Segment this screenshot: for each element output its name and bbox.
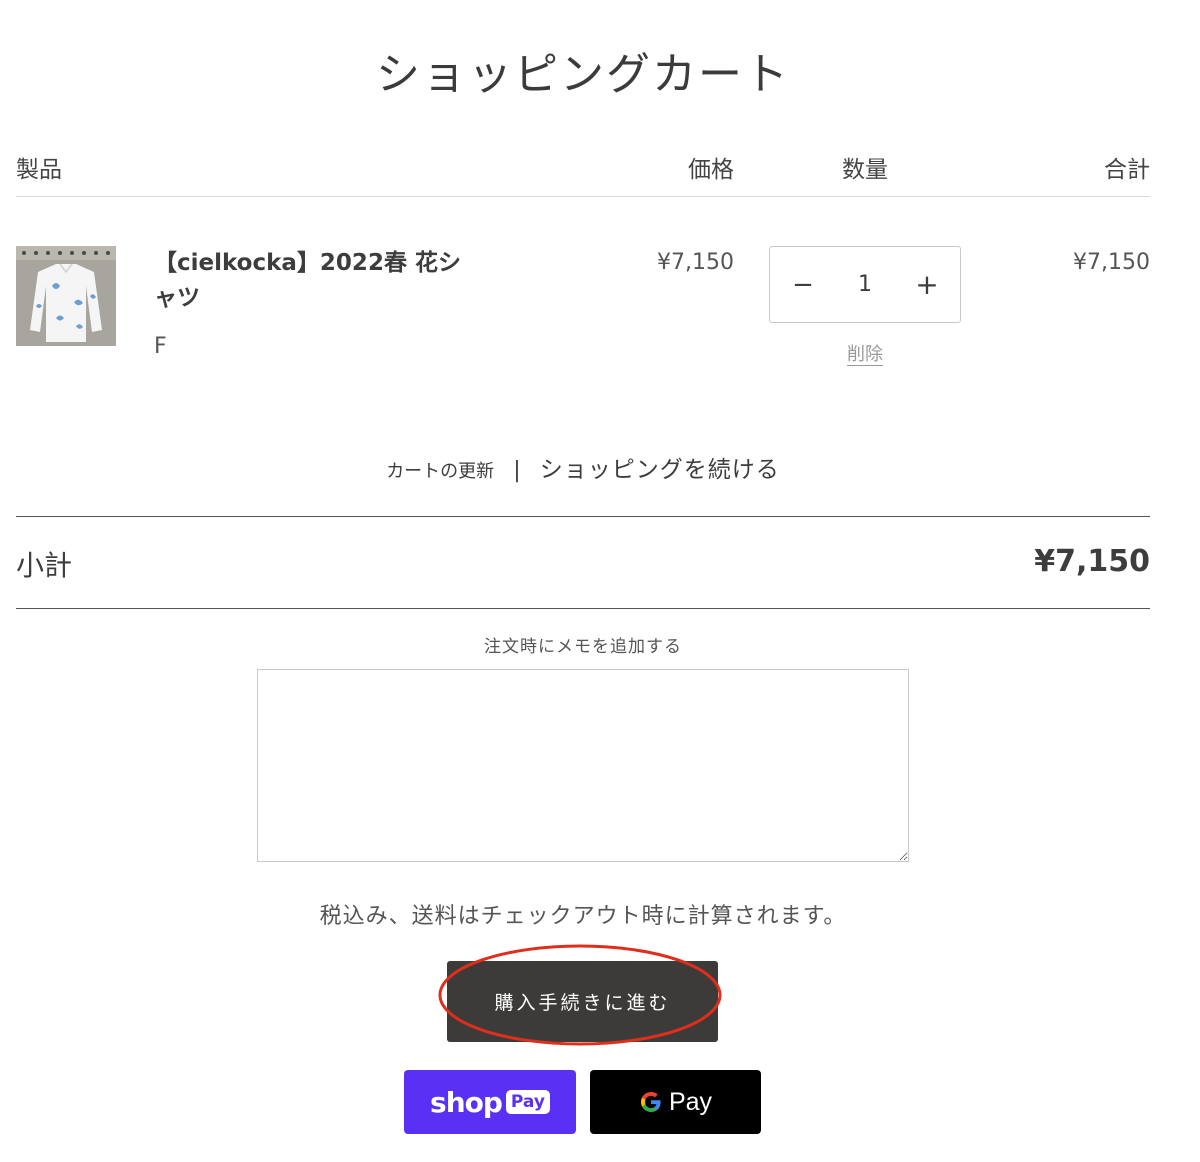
google-pay-text: Pay xyxy=(668,1087,713,1116)
continue-shopping-link[interactable]: ショッピングを続ける xyxy=(540,457,780,483)
product-variant: F xyxy=(154,334,167,359)
column-header-quantity: 数量 xyxy=(842,157,888,183)
quantity-decrease-button[interactable]: − xyxy=(788,268,818,302)
shop-pay-chip: Pay xyxy=(505,1090,550,1114)
item-total: ¥7,150 xyxy=(1073,250,1150,275)
column-header-price: 価格 xyxy=(688,157,734,183)
subtotal-label: 小計 xyxy=(16,549,73,582)
subtotal-value: ¥7,150 xyxy=(1034,544,1150,579)
update-cart-link[interactable]: カートの更新 xyxy=(386,461,494,482)
item-price: ¥7,150 xyxy=(657,250,734,275)
shirt-photo xyxy=(16,246,116,346)
quantity-increase-button[interactable]: + xyxy=(912,268,942,302)
product-name[interactable]: 【cielkocka】2022春 花シャツ xyxy=(154,246,474,316)
cart-links: カートの更新 | ショッピングを続ける xyxy=(0,450,1166,484)
page-title: ショッピングカート xyxy=(376,49,790,100)
google-g-icon xyxy=(640,1092,661,1112)
google-pay-button[interactable]: Pay xyxy=(590,1070,761,1134)
checkout-button-label: 購入手続きに進む xyxy=(494,992,671,1014)
remove-item-link[interactable]: 削除 xyxy=(835,340,895,366)
tax-shipping-note: 税込み、送料はチェックアウト時に計算されます。 xyxy=(319,904,847,929)
quantity-input[interactable] xyxy=(835,268,895,302)
column-header-product: 製品 xyxy=(16,157,62,183)
order-note-label: 注文時にメモを追加する xyxy=(484,637,682,657)
column-header-total: 合計 xyxy=(1104,157,1150,183)
subtotal-top-divider xyxy=(16,516,1150,517)
header-divider xyxy=(16,196,1150,197)
shop-pay-logo-text: shop xyxy=(430,1085,503,1119)
link-separator: | xyxy=(513,458,521,483)
subtotal-bottom-divider xyxy=(16,608,1150,609)
order-note-textarea[interactable] xyxy=(257,669,909,862)
shop-pay-button[interactable]: shop Pay xyxy=(404,1070,576,1134)
checkout-button[interactable]: 購入手続きに進む xyxy=(447,961,718,1042)
product-image[interactable] xyxy=(16,246,116,346)
